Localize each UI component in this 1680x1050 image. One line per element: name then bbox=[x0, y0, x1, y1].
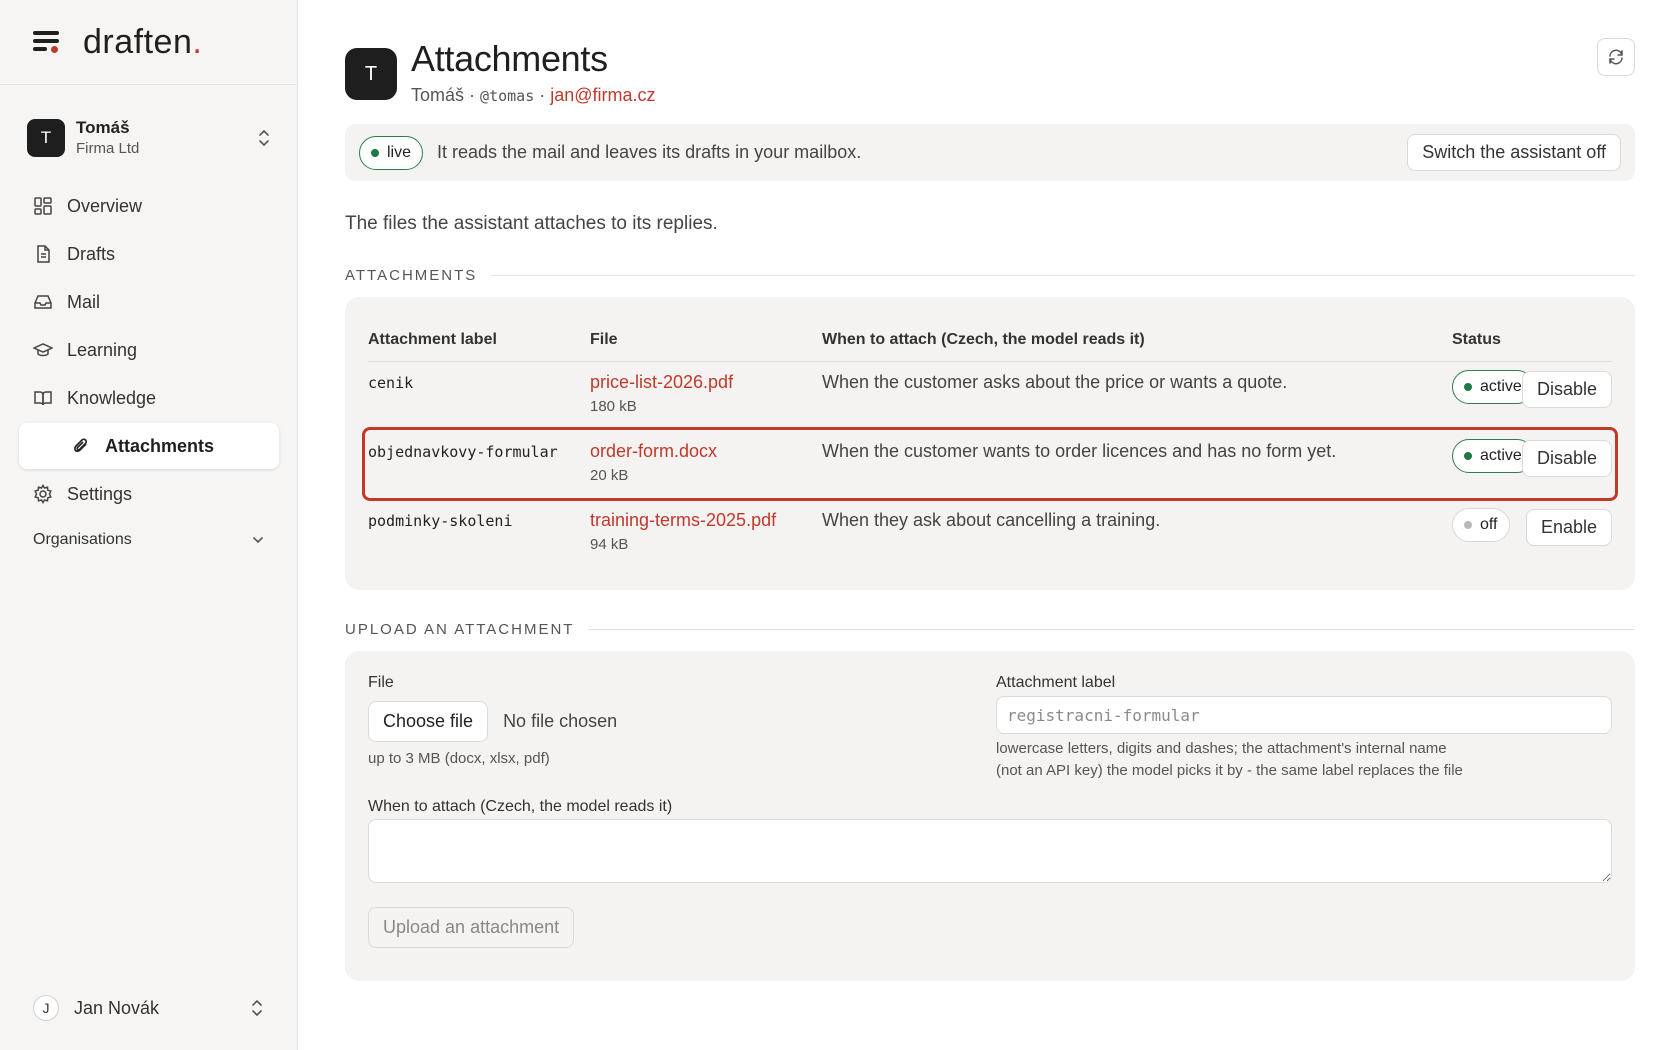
attachment-when: When the customer wants to order licence… bbox=[822, 441, 1337, 461]
table-row: objednavkovy-formular order-form.docx 20… bbox=[362, 427, 1618, 501]
table-row: cenik price-list-2026.pdf 180 kB When th… bbox=[368, 362, 1612, 428]
paperclip-icon bbox=[74, 438, 88, 452]
attachment-file-size: 94 kB bbox=[590, 536, 629, 553]
page-header: T Attachments Tomáš · @tomas · jan@firma… bbox=[345, 38, 1635, 108]
choose-file-button[interactable]: Choose file bbox=[368, 701, 489, 742]
section-title-attachments: ATTACHMENTS bbox=[345, 265, 1635, 285]
disable-button[interactable]: Disable bbox=[1521, 440, 1612, 477]
when-textarea[interactable] bbox=[368, 819, 1612, 883]
brand: draften. bbox=[0, 0, 297, 85]
sidebar-nav: Overview Drafts Mail Learning Knowledge … bbox=[19, 183, 279, 519]
document-icon bbox=[37, 245, 50, 263]
status-badge: live bbox=[359, 135, 424, 170]
file-status: No file chosen bbox=[503, 711, 618, 731]
chevron-updown-icon bbox=[259, 130, 269, 146]
selected-row-highlight bbox=[362, 427, 1618, 501]
attachment-label-input[interactable] bbox=[996, 696, 1612, 734]
attachment-file-link[interactable]: price-list-2026.pdf bbox=[590, 372, 733, 393]
disable-button[interactable]: Disable bbox=[1521, 371, 1612, 408]
attachment-label: objednavkovy-formular bbox=[368, 443, 558, 461]
column-header-status: Status bbox=[1452, 331, 1501, 348]
banner-text: It reads the mail and leaves its drafts … bbox=[437, 142, 862, 162]
owner-handle: @tomas bbox=[480, 87, 535, 105]
grid-icon bbox=[34, 197, 52, 215]
attachment-when: When they ask about cancelling a trainin… bbox=[822, 510, 1161, 530]
attachment-label-hint: lowercase letters, digits and dashes; th… bbox=[996, 740, 1463, 779]
graduation-cap-icon bbox=[33, 343, 53, 357]
attachment-label: cenik bbox=[368, 374, 414, 392]
inbox-icon bbox=[34, 295, 52, 309]
file-picker: Choose file No file chosen bbox=[368, 701, 617, 742]
page-title: Attachments bbox=[411, 38, 608, 79]
status-badge: off bbox=[1452, 508, 1510, 542]
sidebar-item-label: Drafts bbox=[67, 243, 116, 264]
sidebar-item-label: Knowledge bbox=[67, 387, 157, 408]
sidebar-item-label: Learning bbox=[67, 339, 138, 360]
organisations-toggle[interactable]: Organisations bbox=[33, 531, 265, 549]
attachments-card: Attachment label File When to attach (Cz… bbox=[345, 297, 1635, 590]
chevron-down-icon bbox=[253, 537, 263, 544]
sidebar-item-label: Settings bbox=[67, 483, 133, 504]
upload-attachment-button[interactable]: Upload an attachment bbox=[368, 907, 575, 948]
attachment-file-link[interactable]: order-form.docx bbox=[590, 441, 717, 462]
gear-icon bbox=[34, 484, 52, 504]
chevron-updown-icon bbox=[252, 1000, 262, 1016]
refresh-button[interactable] bbox=[1597, 38, 1635, 76]
user-avatar: J bbox=[33, 995, 59, 1021]
sidebar-item-drafts[interactable]: Drafts bbox=[19, 231, 279, 277]
sidebar: draften. T Tomáš Firma Ltd Overview Draf… bbox=[0, 0, 298, 1050]
main-content: T Attachments Tomáš · @tomas · jan@firma… bbox=[345, 0, 1635, 1050]
table-row: podminky-skoleni training-terms-2025.pdf… bbox=[368, 500, 1612, 566]
user-menu[interactable]: J Jan Novák bbox=[33, 993, 265, 1023]
sidebar-item-learning[interactable]: Learning bbox=[19, 327, 279, 373]
menu-icon[interactable] bbox=[33, 31, 59, 53]
sidebar-item-mail[interactable]: Mail bbox=[19, 279, 279, 325]
file-field-label: File bbox=[368, 674, 394, 691]
sidebar-item-label: Mail bbox=[67, 291, 101, 312]
sidebar-item-knowledge[interactable]: Knowledge bbox=[19, 375, 279, 421]
attachment-file-size: 20 kB bbox=[590, 467, 629, 484]
column-header-label: Attachment label bbox=[368, 331, 497, 348]
page-intro: The files the assistant attaches to its … bbox=[345, 213, 718, 234]
sidebar-item-overview[interactable]: Overview bbox=[19, 183, 279, 229]
column-header-when: When to attach (Czech, the model reads i… bbox=[822, 331, 1145, 348]
section-title-upload: UPLOAD AN ATTACHMENT bbox=[345, 619, 1635, 639]
sidebar-item-settings[interactable]: Settings bbox=[19, 471, 279, 517]
attachment-file-link[interactable]: training-terms-2025.pdf bbox=[590, 510, 776, 531]
sidebar-item-label: Attachments bbox=[105, 435, 215, 456]
brand-logo[interactable]: draften. bbox=[83, 23, 202, 62]
sidebar-item-attachments[interactable]: Attachments bbox=[19, 423, 279, 469]
upload-card: File Choose file No file chosen up to 3 … bbox=[345, 651, 1635, 981]
page-avatar: T bbox=[345, 48, 397, 100]
account-avatar: T bbox=[27, 119, 65, 157]
organisations-label: Organisations bbox=[33, 531, 132, 548]
attachment-file-size: 180 kB bbox=[590, 398, 637, 415]
book-icon bbox=[34, 391, 52, 406]
user-name: Jan Novák bbox=[74, 997, 160, 1018]
when-field-label: When to attach (Czech, the model reads i… bbox=[368, 798, 673, 815]
refresh-icon bbox=[1609, 49, 1623, 65]
column-header-file: File bbox=[590, 331, 618, 348]
attachment-when: When the customer asks about the price o… bbox=[822, 372, 1288, 392]
account-name: Tomáš bbox=[76, 118, 130, 138]
owner-email-link[interactable]: jan@firma.cz bbox=[550, 85, 655, 105]
account-switcher[interactable]: T Tomáš Firma Ltd bbox=[27, 115, 272, 161]
assistant-status-banner: live It reads the mail and leaves its dr… bbox=[345, 124, 1635, 181]
file-hint: up to 3 MB (docx, xlsx, pdf) bbox=[368, 750, 550, 767]
enable-button[interactable]: Enable bbox=[1525, 509, 1612, 546]
account-org: Firma Ltd bbox=[76, 140, 140, 158]
attachment-label: podminky-skoleni bbox=[368, 512, 513, 530]
attachment-label-field-label: Attachment label bbox=[996, 674, 1116, 691]
owner-name: Tomáš bbox=[411, 85, 465, 105]
page-subtitle: Tomáš · @tomas · jan@firma.cz bbox=[411, 85, 656, 105]
switch-assistant-off-button[interactable]: Switch the assistant off bbox=[1407, 134, 1621, 171]
sidebar-item-label: Overview bbox=[67, 195, 143, 216]
